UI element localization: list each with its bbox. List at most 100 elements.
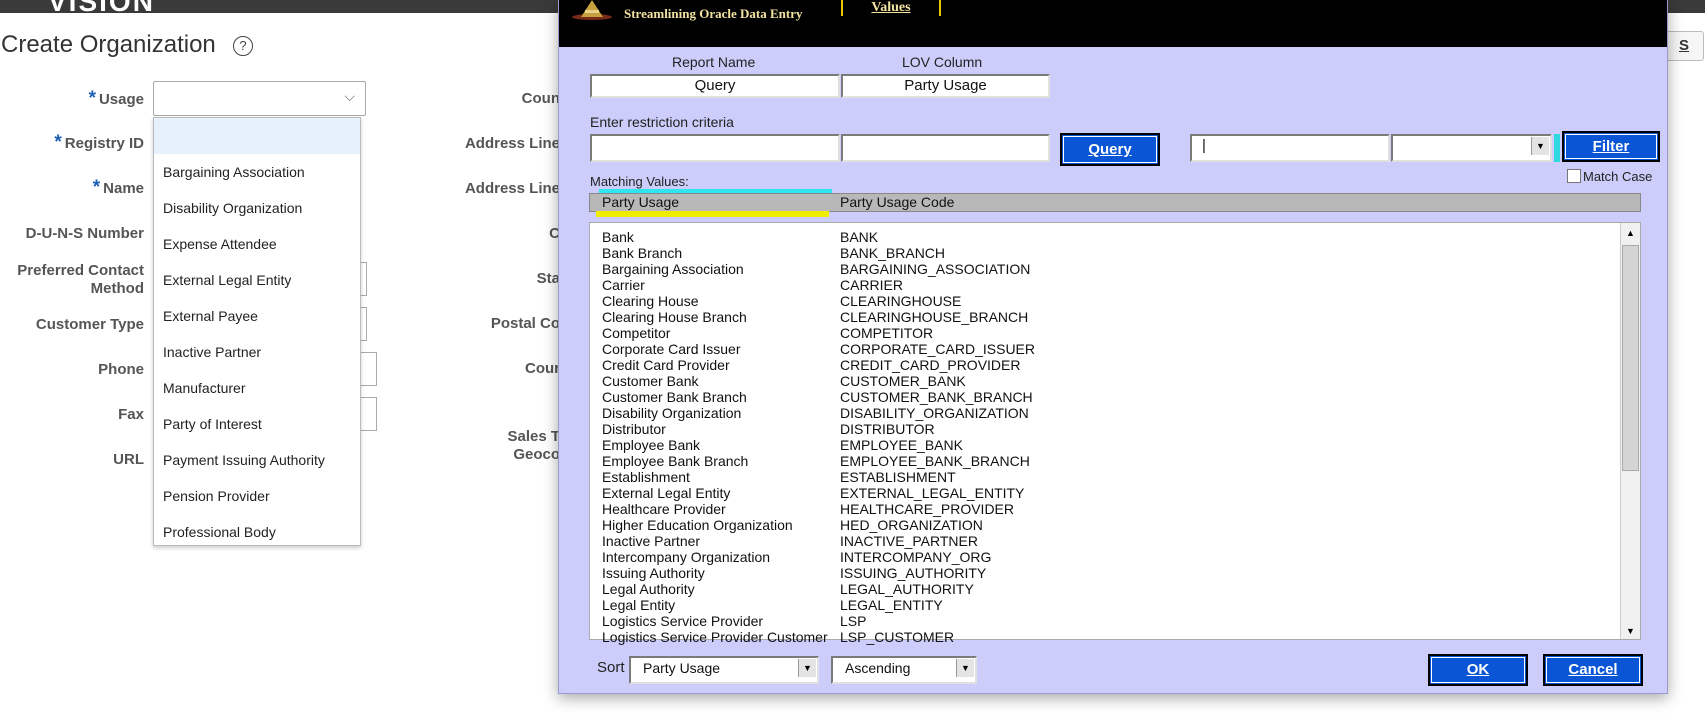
county-label: Cour (525, 360, 560, 377)
table-row[interactable]: Legal Authority LEGAL_AUTHORITY (590, 581, 1618, 597)
scrollbar-thumb[interactable] (1622, 245, 1639, 471)
party-usage-code-cell: LEGAL_AUTHORITY (840, 581, 974, 597)
results-column-header: Party Usage Party Usage Code (589, 193, 1641, 212)
party-usage-cell: Credit Card Provider (602, 357, 730, 373)
party-usage-code-cell: BANK (840, 229, 879, 245)
table-row[interactable]: Corporate Card Issuer CORPORATE_CARD_ISSU… (590, 341, 1618, 357)
table-row[interactable]: Distributor DISTRIBUTOR (590, 421, 1618, 437)
table-row[interactable]: Logistics Service Provider Customer LSP_C… (590, 629, 1618, 645)
table-row[interactable]: External Legal Entity EXTERNAL_LEGAL_ENTI… (590, 485, 1618, 501)
country-label: Coun (521, 90, 560, 107)
restriction-criteria-field-1[interactable] (590, 134, 840, 162)
wizard-hat-logo-icon (572, 0, 612, 20)
party-usage-code-cell: DISABILITY_ORGANIZATION (840, 405, 1029, 421)
party-usage-cell: Legal Authority (602, 581, 695, 597)
usage-option[interactable]: External Payee (154, 298, 360, 334)
party-usage-cell: Corporate Card Issuer (602, 341, 741, 357)
table-row[interactable]: Higher Education Organization HED_ORGANIZ… (590, 517, 1618, 533)
party-usage-code-cell: CUSTOMER_BANK_BRANCH (840, 389, 1033, 405)
table-row[interactable]: Customer Bank Branch CUSTOMER_BANK_BRANCH (590, 389, 1618, 405)
usage-option[interactable]: Professional Body (154, 514, 360, 550)
phone-label: Phone (98, 361, 144, 378)
scroll-up-icon[interactable]: ▲ (1621, 225, 1640, 241)
results-list[interactable]: Bank BANK Bank Branch BANK_BRANCH Bargaining… (589, 222, 1641, 645)
party-usage-code-cell: EXTERNAL_LEGAL_ENTITY (840, 485, 1025, 501)
help-icon[interactable]: ? (233, 36, 253, 56)
usage-option[interactable] (154, 118, 360, 154)
table-row[interactable]: Healthcare Provider HEALTHCARE_PROVIDER (590, 501, 1618, 517)
report-name-field[interactable]: Query (590, 74, 840, 98)
lov-column-field[interactable]: Party Usage (841, 74, 1050, 98)
tab-values[interactable]: Values (841, 0, 941, 16)
table-row[interactable]: Establishment ESTABLISHMENT (590, 469, 1618, 485)
required-marker: * (88, 88, 96, 109)
party-usage-code-cell: BARGAINING_ASSOCIATION (840, 261, 1031, 277)
usage-option[interactable]: Inactive Partner (154, 334, 360, 370)
table-row[interactable]: Bargaining Association BARGAINING_ASSOCIA… (590, 261, 1618, 277)
party-usage-code-cell: CORPORATE_CARD_ISSUER (840, 341, 1036, 357)
usage-option[interactable]: External Legal Entity (154, 262, 360, 298)
url-label: URL (113, 451, 144, 468)
table-row[interactable]: Employee Bank EMPLOYEE_BANK (590, 437, 1618, 453)
page-action-button-2[interactable]: S (1664, 31, 1704, 61)
usage-option[interactable]: Bargaining Association (154, 154, 360, 190)
table-row[interactable]: Clearing House Branch CLEARINGHOUSE_BRANC… (590, 309, 1618, 325)
table-row[interactable]: Intercompany Organization INTERCOMPANY_OR… (590, 549, 1618, 565)
usage-dropdown-list[interactable]: Bargaining Association Disability Organiz… (153, 117, 361, 546)
table-row[interactable]: Bank Branch BANK_BRANCH (590, 245, 1618, 261)
table-row[interactable]: Carrier CARRIER (590, 277, 1618, 293)
chevron-down-icon[interactable]: ▼ (798, 659, 816, 677)
sort-order-select[interactable]: Ascending ▼ (831, 656, 977, 684)
query-button[interactable]: Query (1060, 133, 1160, 166)
usage-option[interactable]: Party of Interest (154, 406, 360, 442)
column-header-party-usage-code[interactable]: Party Usage Code (840, 194, 954, 210)
party-usage-cell: Bank Branch (602, 245, 683, 261)
column-header-party-usage[interactable]: Party Usage (602, 194, 679, 210)
cancel-button[interactable]: Cancel (1543, 654, 1643, 686)
filter-text-field[interactable]: | (1190, 134, 1390, 162)
table-row[interactable]: Employee Bank Branch EMPLOYEE_BANK_BRANCH (590, 453, 1618, 469)
ok-button[interactable]: OK (1428, 654, 1528, 686)
chevron-down-icon[interactable]: ▼ (956, 659, 974, 677)
table-row[interactable]: Issuing Authority ISSUING_AUTHORITY (590, 565, 1618, 581)
filter-button[interactable]: Filter (1562, 131, 1660, 162)
table-row[interactable]: Disability Organization DISABILITY_ORGANI… (590, 405, 1618, 421)
usage-option[interactable]: Manufacturer (154, 370, 360, 406)
table-row[interactable]: Logistics Service Provider LSP (590, 613, 1618, 629)
required-marker: * (92, 177, 101, 198)
address-line-2-label: Address Line (464, 180, 560, 197)
table-row[interactable]: Clearing House CLEARINGHOUSE (590, 293, 1618, 309)
registry-id-label: * Registry ID (54, 132, 144, 153)
table-row[interactable]: Legal Entity LEGAL_ENTITY (590, 597, 1618, 613)
vertical-scrollbar[interactable]: ▲ ▼ (1620, 223, 1640, 639)
scroll-down-icon[interactable]: ▼ (1621, 623, 1640, 639)
usage-option[interactable]: Payment Issuing Authority (154, 442, 360, 478)
table-row[interactable]: Inactive Partner INACTIVE_PARTNER (590, 533, 1618, 549)
preferred-contact-label-line2: Method (90, 280, 144, 297)
party-usage-cell: Clearing House Branch (602, 309, 747, 325)
party-usage-cell: Logistics Service Provider Customer (602, 629, 828, 645)
city-label: C (549, 225, 560, 242)
table-row[interactable]: Credit Card Provider CREDIT_CARD_PROVIDER (590, 357, 1618, 373)
chevron-down-icon: ⌵ (344, 88, 355, 104)
usage-select[interactable]: ⌵ (153, 81, 366, 116)
party-usage-cell: Customer Bank Branch (602, 389, 747, 405)
match-case-checkbox[interactable] (1567, 169, 1581, 183)
party-usage-cell: Disability Organization (602, 405, 742, 421)
usage-option[interactable]: Disability Organization (154, 190, 360, 226)
party-usage-cell: Healthcare Provider (602, 501, 726, 517)
sort-field-select[interactable]: Party Usage ▼ (629, 656, 819, 684)
usage-option[interactable]: Expense Attendee (154, 226, 360, 262)
table-row[interactable]: Competitor COMPETITOR (590, 325, 1618, 341)
customer-type-label: Customer Type (35, 316, 144, 333)
party-usage-cell: Intercompany Organization (602, 549, 771, 565)
chevron-down-icon[interactable]: ▼ (1531, 137, 1549, 155)
sales-tax-label-line1: Sales T (507, 428, 560, 445)
table-row[interactable]: Customer Bank CUSTOMER_BANK (590, 373, 1618, 389)
party-usage-cell: Carrier (602, 277, 645, 293)
filter-combo[interactable]: ▼ (1391, 134, 1552, 162)
party-usage-code-cell: ISSUING_AUTHORITY (840, 565, 987, 581)
usage-option[interactable]: Pension Provider (154, 478, 360, 514)
table-row[interactable]: Bank BANK (590, 229, 1618, 245)
restriction-criteria-field-2[interactable] (841, 134, 1050, 162)
